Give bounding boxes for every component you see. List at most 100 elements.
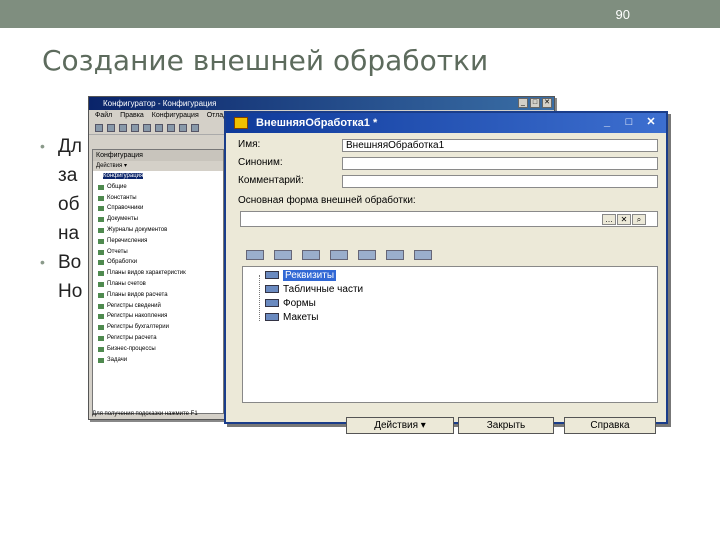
external-processing-window: ВнешняяОбработка1 * _ □ ✕ Имя: ВнешняяОб… xyxy=(224,111,668,434)
configurator-title: Конфигуратор - Конфигурация xyxy=(103,99,217,108)
add-child-icon[interactable] xyxy=(274,250,292,260)
slide-top-bar: 90 xyxy=(0,0,720,28)
config-tree-item-label: Регистры расчета xyxy=(107,334,157,341)
maximize-button[interactable]: □ xyxy=(622,116,636,129)
bullet-1-line-4: на xyxy=(58,223,80,244)
menu-file[interactable]: Файл xyxy=(95,112,112,119)
attributes-icon xyxy=(265,271,279,280)
synonym-label: Синоним: xyxy=(238,157,283,168)
minimize-button[interactable]: _ xyxy=(600,116,614,129)
config-tree-item-label: Задачи xyxy=(107,356,128,363)
main-form-field[interactable] xyxy=(240,211,658,227)
config-tree-item[interactable]: Справочники xyxy=(93,203,223,214)
select-button[interactable]: … xyxy=(602,214,616,225)
config-tree-item[interactable]: Регистры сведений xyxy=(93,301,223,312)
tree-item-attributes[interactable]: Реквизиты xyxy=(265,270,337,282)
new-icon[interactable] xyxy=(95,124,103,132)
tree-item-templates[interactable]: Макеты xyxy=(265,312,319,324)
save-icon[interactable] xyxy=(119,124,127,132)
minimize-button[interactable]: _ xyxy=(518,98,528,108)
move-up-icon[interactable] xyxy=(358,250,376,260)
tabular-parts-icon xyxy=(265,285,279,294)
help-button[interactable]: Справка xyxy=(564,417,656,434)
config-tree-item[interactable]: Отчеты xyxy=(93,247,223,258)
close-button[interactable]: ✕ xyxy=(542,98,552,108)
config-tree-item[interactable]: Регистры накопления xyxy=(93,311,223,322)
processing-structure-tree: Реквизиты Табличные части Формы Макеты xyxy=(242,266,658,403)
bullet-dot: • xyxy=(40,254,45,270)
config-tree-item[interactable]: Константы xyxy=(93,193,223,204)
forms-icon xyxy=(265,299,279,308)
open-icon[interactable] xyxy=(107,124,115,132)
config-tree-item-label: Планы счетов xyxy=(107,280,146,287)
tree-item-tabular-parts[interactable]: Табличные части xyxy=(265,284,363,296)
config-tree-item-label: Общие xyxy=(107,183,127,190)
bullet-1: • Дл xyxy=(40,132,82,161)
find-icon[interactable] xyxy=(191,124,199,132)
tree-actions-button[interactable]: Действия ▾ xyxy=(93,161,223,171)
config-tree-item[interactable]: Общие xyxy=(93,182,223,193)
config-tree-item[interactable]: Регистры расчета xyxy=(93,333,223,344)
tree-item-forms[interactable]: Формы xyxy=(265,298,316,310)
bullet-1-line-3: об xyxy=(58,194,80,215)
dialog-title: ВнешняяОбработка1 * xyxy=(256,117,378,129)
config-tree-item-label: Справочники xyxy=(107,205,144,212)
dialog-title-bar: ВнешняяОбработка1 * _ □ ✕ xyxy=(226,113,666,133)
clear-icon[interactable]: ✕ xyxy=(617,214,631,225)
config-tree-item-label: Регистры сведений xyxy=(107,302,161,309)
comment-label: Комментарий: xyxy=(238,175,304,186)
bullet-1-line-2: за xyxy=(58,165,78,186)
config-tree-item[interactable]: Задачи xyxy=(93,355,223,366)
config-tree-item[interactable]: Перечисления xyxy=(93,236,223,247)
config-tree-item[interactable]: Обработки xyxy=(93,257,223,268)
config-tree-item[interactable]: Планы видов расчета xyxy=(93,290,223,301)
configuration-tree: Конфигурация Общие Константы Справочники Док… xyxy=(93,171,223,365)
menu-edit[interactable]: Правка xyxy=(120,112,144,119)
sort-icon[interactable] xyxy=(414,250,432,260)
add-icon[interactable] xyxy=(246,250,264,260)
comment-field[interactable] xyxy=(342,175,658,188)
open-form-icon[interactable]: ⌕ xyxy=(632,214,646,225)
status-bar-text: Для получения подсказки нажмите F1 xyxy=(92,411,198,417)
bullet-2-line-2: Но xyxy=(58,281,83,302)
synonym-field[interactable] xyxy=(342,157,658,170)
config-tree-item-label: Планы видов характеристик xyxy=(107,270,186,277)
config-tree-item[interactable]: Регистры бухгалтерии xyxy=(93,322,223,333)
config-tree-item[interactable]: Бизнес-процессы xyxy=(93,344,223,355)
config-tree-item[interactable]: Документы xyxy=(93,214,223,225)
copy-icon[interactable] xyxy=(143,124,151,132)
config-tree-item-label: Константы xyxy=(107,194,137,201)
config-tree-item[interactable]: Конфигурация xyxy=(93,171,223,182)
config-tree-item-label: Журналы документов xyxy=(107,226,168,233)
tree-panel-title: Конфигурация xyxy=(93,150,223,161)
slide-number: 90 xyxy=(615,7,630,22)
bullet-1-line-1: Дл xyxy=(58,136,82,157)
config-tree-item-label: Отчеты xyxy=(107,248,128,255)
close-dialog-button[interactable]: Закрыть xyxy=(458,417,554,434)
menu-configuration[interactable]: Конфигурация xyxy=(152,112,199,119)
config-tree-item[interactable]: Планы видов характеристик xyxy=(93,268,223,279)
edit-icon[interactable] xyxy=(302,250,320,260)
tree-toolbar xyxy=(246,250,432,260)
name-field[interactable]: ВнешняяОбработка1 xyxy=(342,139,658,152)
config-tree-item[interactable]: Планы счетов xyxy=(93,279,223,290)
bullet-dot: • xyxy=(40,138,45,154)
name-label: Имя: xyxy=(238,139,261,150)
maximize-button[interactable]: □ xyxy=(530,98,540,108)
processing-icon xyxy=(234,117,248,129)
undo-icon[interactable] xyxy=(167,124,175,132)
slide-title: Создание внешней обработки xyxy=(42,44,489,77)
main-form-label: Основная форма внешней обработки: xyxy=(238,195,416,206)
redo-icon[interactable] xyxy=(179,124,187,132)
move-down-icon[interactable] xyxy=(386,250,404,260)
bullet-2-line-1: Во xyxy=(58,252,82,273)
configurator-title-bar: Конфигуратор - Конфигурация _ □ ✕ xyxy=(89,97,554,110)
configuration-tree-panel: Конфигурация Действия ▾ Конфигурация Общи… xyxy=(92,149,224,414)
config-tree-item[interactable]: Журналы документов xyxy=(93,225,223,236)
cut-icon[interactable] xyxy=(131,124,139,132)
paste-icon[interactable] xyxy=(155,124,163,132)
templates-icon xyxy=(265,313,279,322)
delete-icon[interactable] xyxy=(330,250,348,260)
close-button[interactable]: ✕ xyxy=(644,116,658,129)
actions-button[interactable]: Действия ▾ xyxy=(346,417,454,434)
